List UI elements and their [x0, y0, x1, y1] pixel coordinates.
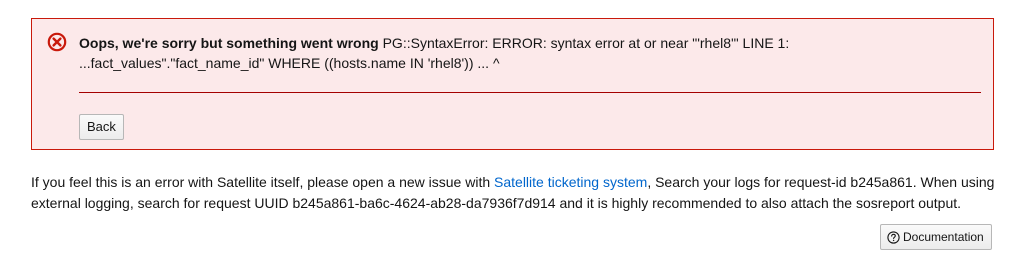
alert-divider — [79, 92, 981, 93]
satellite-ticketing-link[interactable]: Satellite ticketing system — [494, 174, 647, 190]
error-message: Oops, we're sorry but something went wro… — [79, 33, 959, 73]
error-alert: Oops, we're sorry but something went wro… — [31, 18, 994, 150]
error-title: Oops, we're sorry but something went wro… — [79, 35, 379, 51]
error-circle-icon — [47, 32, 67, 52]
help-circle-icon — [887, 230, 900, 244]
help-text: If you feel this is an error with Satell… — [31, 172, 995, 214]
help-text-intro: If you feel this is an error with Satell… — [31, 174, 495, 190]
documentation-label: Documentation — [903, 230, 984, 244]
documentation-button[interactable]: Documentation — [880, 224, 992, 250]
back-button[interactable]: Back — [79, 114, 124, 140]
